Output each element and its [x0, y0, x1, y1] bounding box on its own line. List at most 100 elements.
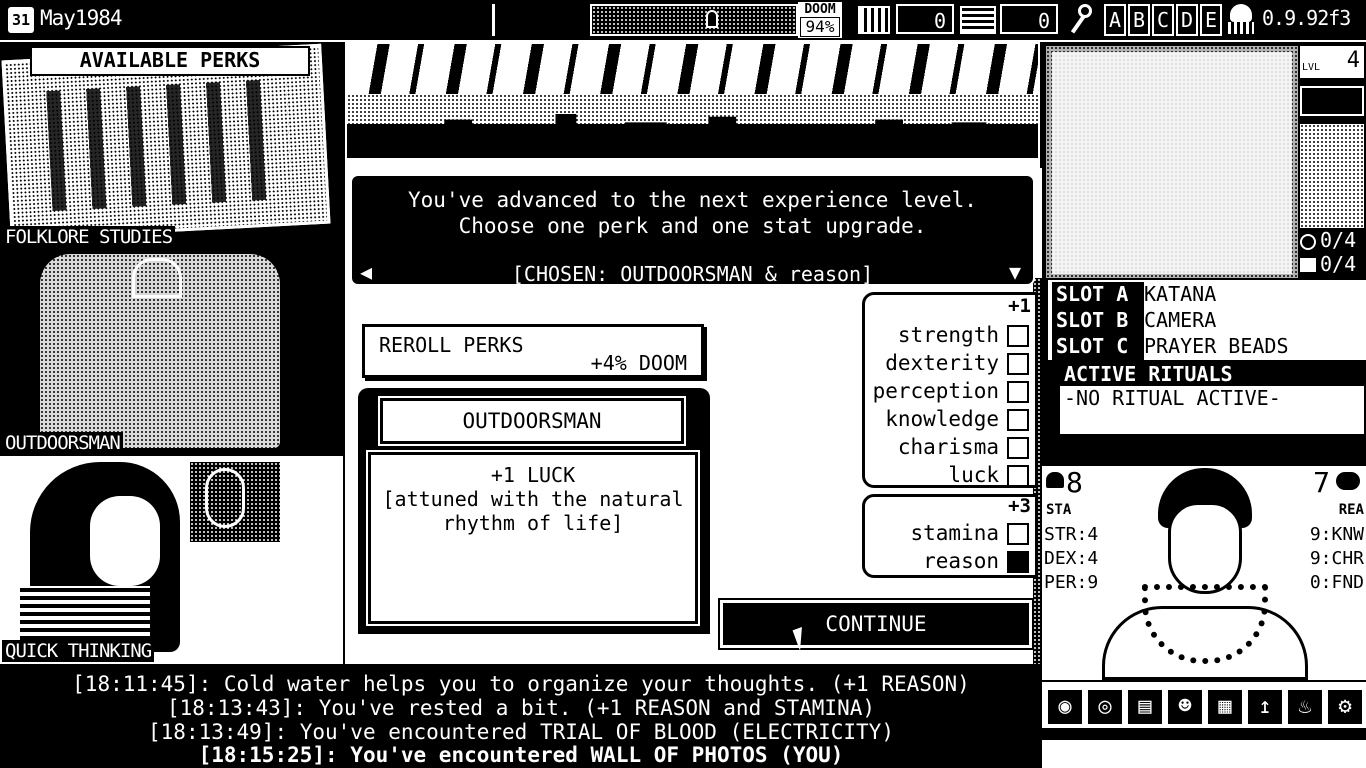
reason-value: 7 — [1313, 466, 1330, 499]
portrait-face — [1168, 502, 1242, 594]
stat-fnd: 0:FND — [1309, 572, 1364, 593]
portrait-shoulders — [1102, 606, 1308, 680]
rituals-status: -NO RITUAL ACTIVE- — [1064, 386, 1281, 410]
photo-icon[interactable]: ▤ — [1126, 688, 1164, 726]
stat-per: PER:9 — [1044, 572, 1099, 593]
reroll-perks-button[interactable]: REROLL PERKS +4% DOOM — [362, 324, 704, 378]
settings-gear-icon[interactable]: ⚙ — [1326, 688, 1364, 726]
octopus-icon — [1226, 4, 1256, 36]
key-slot-d[interactable]: D — [1176, 4, 1198, 36]
level-up-message: You've advanced to the next experience l… — [350, 174, 1035, 286]
inventory-slots: SLOT A KATANA SLOT B CAMERA SLOT C PRAYE… — [1048, 280, 1366, 360]
checkbox-perception[interactable] — [1007, 381, 1029, 403]
slot-b-key: SLOT B — [1052, 308, 1144, 334]
doom-label: DOOM — [804, 2, 836, 17]
bottom-blank — [1042, 740, 1366, 768]
chosen-summary: [CHOSEN: OUTDOORSMAN & reason] — [511, 262, 874, 286]
perk-art-face — [90, 496, 160, 586]
stat-dex: DEX:4 — [1044, 548, 1099, 569]
rituals-box: ACTIVE RITUALS -NO RITUAL ACTIVE- — [1058, 360, 1366, 436]
stat-picker-primary: +1 strength dexterity perception knowled… — [862, 292, 1038, 488]
saves-value: 0 — [1037, 9, 1050, 33]
rituals-title: ACTIVE RITUALS — [1060, 362, 1364, 386]
key-icon — [1066, 4, 1096, 36]
xp-bar — [1300, 86, 1364, 116]
message-line-1: You've advanced to the next experience l… — [408, 188, 977, 212]
stat-option-strength[interactable]: strength — [869, 323, 1029, 351]
reason-brain-icon — [1336, 472, 1360, 490]
stat-name-perception: perception — [872, 379, 999, 403]
octopus-menu-icon[interactable]: ♨ — [1286, 688, 1324, 726]
backpack-strap — [132, 258, 182, 298]
continue-button[interactable]: CONTINUE — [718, 598, 1034, 650]
spiral-menu-icon[interactable]: ◎ — [1086, 688, 1124, 726]
current-date: May1984 — [40, 6, 123, 30]
checkbox-strength[interactable] — [1007, 325, 1029, 347]
log-line-2: [18:13:43]: You've rested a bit. (+1 REA… — [166, 696, 875, 720]
stat-knw: 9:KNW — [1309, 524, 1364, 545]
perk-card-title-box: OUTDOORSMAN — [378, 396, 686, 446]
arrow-down-icon[interactable]: ▼ — [1009, 262, 1021, 282]
stamina-heart-icon — [1046, 472, 1064, 488]
checkbox-luck[interactable] — [1007, 465, 1029, 487]
level-value: 4 — [1346, 48, 1360, 73]
stat-option-stamina[interactable]: stamina — [869, 521, 1029, 549]
stat-option-reason[interactable]: reason — [869, 549, 1029, 577]
counter-spells: 0/4 — [1320, 228, 1357, 252]
stat-option-dexterity[interactable]: dexterity — [869, 351, 1029, 379]
perk-panel-folklore[interactable]: AVAILABLE PERKS FOLKLORE STUDIES — [0, 42, 343, 248]
stat-option-knowledge[interactable]: knowledge — [869, 407, 1029, 435]
banner-haze — [347, 94, 1038, 124]
stat-option-perception[interactable]: perception — [869, 379, 1029, 407]
slot-a-row[interactable]: SLOT A KATANA — [1052, 282, 1364, 308]
perk-label-quick-thinking: QUICK THINKING — [2, 640, 155, 662]
stat-option-charisma[interactable]: charisma — [869, 435, 1029, 463]
checkbox-knowledge[interactable] — [1007, 409, 1029, 431]
saves-counter: 0 — [1000, 4, 1058, 34]
character-icon[interactable]: ☻ — [1166, 688, 1204, 726]
slot-c-row[interactable]: SLOT C PRAYER BEADS — [1052, 334, 1364, 360]
stamina-label: STA — [1046, 502, 1072, 518]
perk-panel-quick-thinking[interactable]: QUICK THINKING — [0, 456, 343, 664]
reroll-cost: +4% DOOM — [590, 351, 687, 375]
perk-effect: +1 LUCK — [490, 463, 576, 487]
continue-label: CONTINUE — [825, 612, 927, 636]
stat-picker-secondary: +3 stamina reason — [862, 494, 1038, 578]
city-strip — [590, 4, 798, 36]
calendar-day: 31 — [11, 11, 31, 29]
counter-items: 0/4 — [1320, 252, 1357, 276]
shelf-icon — [858, 6, 890, 34]
perk-card-title: OUTDOORSMAN — [462, 409, 602, 433]
perk-card[interactable]: OUTDOORSMAN +1 LUCK [attuned with the na… — [358, 388, 710, 634]
spiral-icon — [1300, 234, 1316, 250]
map-paper — [1052, 52, 1292, 274]
slot-c-value: PRAYER BEADS — [1144, 334, 1289, 358]
checkbox-reason[interactable] — [1007, 551, 1029, 573]
perk-panel-outdoorsman[interactable]: OUTDOORSMAN — [0, 248, 343, 456]
key-slot-e[interactable]: E — [1200, 4, 1222, 36]
character-sidebar: LVL 4 0/4 0/4 SLOT A KATANA SLOT B CAMER… — [1042, 42, 1366, 768]
perk-label-outdoorsman: OUTDOORSMAN — [2, 432, 123, 454]
checkbox-stamina[interactable] — [1007, 523, 1029, 545]
stamina-value: 8 — [1066, 466, 1083, 499]
checkbox-dexterity[interactable] — [1007, 353, 1029, 375]
checkbox-charisma[interactable] — [1007, 437, 1029, 459]
slot-a-value: KATANA — [1144, 282, 1217, 306]
old-god-icon[interactable]: ◉ — [1046, 688, 1084, 726]
key-slot-b[interactable]: B — [1128, 4, 1150, 36]
key-slot-c[interactable]: C — [1152, 4, 1174, 36]
funds-value: 0 — [933, 9, 946, 33]
lock-icon — [706, 10, 718, 28]
level-box: LVL 4 — [1300, 46, 1364, 78]
stat-option-luck[interactable]: luck — [869, 463, 1029, 491]
funds-counter: 0 — [896, 4, 954, 34]
top-divider — [492, 4, 495, 36]
slot-b-row[interactable]: SLOT B CAMERA — [1052, 308, 1364, 334]
stat-bonus-secondary: +3 — [1008, 495, 1031, 517]
building-icon[interactable]: ▦ — [1206, 688, 1244, 726]
upgrade-icon[interactable]: ↥ — [1246, 688, 1284, 726]
slot-c-key: SLOT C — [1052, 334, 1144, 360]
key-slot-a[interactable]: A — [1104, 4, 1126, 36]
perk-flavor-2: rhythm of life] — [442, 511, 624, 535]
message-line-2: Choose one perk and one stat upgrade. — [458, 214, 927, 238]
